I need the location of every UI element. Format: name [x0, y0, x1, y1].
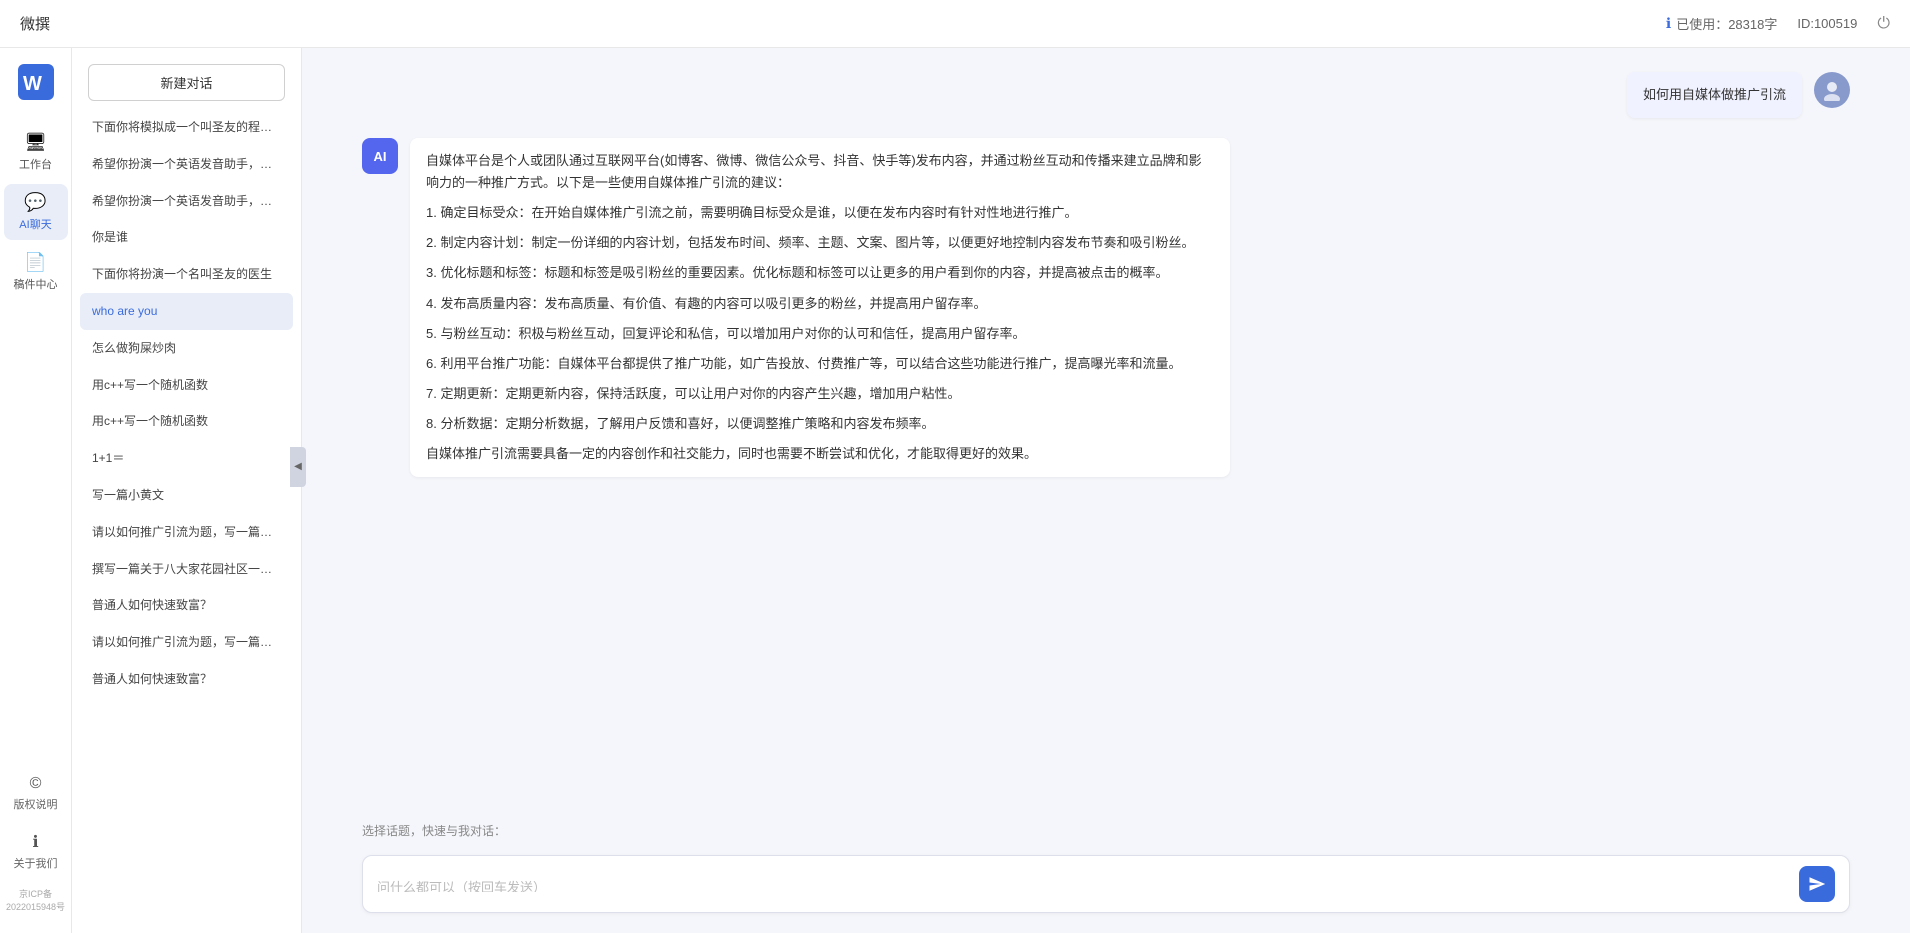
- history-item[interactable]: 1+1＝: [80, 440, 293, 477]
- sidebar-collapse-toggle[interactable]: ◀: [290, 447, 306, 487]
- user-message-bubble: 如何用自媒体做推广引流: [1627, 72, 1802, 118]
- sidebar-item-copyright[interactable]: © 版权说明: [4, 767, 68, 820]
- nav-items: 🖥 工作台 💬 AI聊天 📄 稿件中心: [4, 124, 68, 767]
- topbar-title: 微撰: [20, 13, 50, 34]
- history-item[interactable]: 请以如何推广引流为题，写一篇大纲: [80, 624, 293, 661]
- topbar-id: ID:100519: [1797, 16, 1857, 31]
- history-item[interactable]: 普通人如何快速致富？: [80, 587, 293, 624]
- copyright-label: 版权说明: [14, 796, 58, 812]
- ai-paragraph: 5. 与粉丝互动：积极与粉丝互动，回复评论和私信，可以增加用户对你的认可和信任，…: [426, 323, 1214, 345]
- icp-text: 京ICP备2022015948号: [0, 883, 71, 917]
- logo-icon: W: [18, 64, 54, 100]
- history-item[interactable]: 撰写一篇关于八大家花园社区一刻钟便民生...: [80, 551, 293, 588]
- info-icon: ℹ: [1666, 15, 1671, 32]
- send-button[interactable]: [1799, 866, 1835, 902]
- ai-avatar: AI: [362, 138, 398, 174]
- topbar-right: ℹ 已使用：28318字 ID:100519 ⏻: [1666, 14, 1890, 33]
- logo-area: W: [18, 64, 54, 100]
- about-icon: ℹ: [32, 832, 38, 852]
- send-icon: [1808, 875, 1826, 893]
- ai-message-bubble: 自媒体平台是个人或团队通过互联网平台(如博客、微博、微信公众号、抖音、快手等)发…: [410, 138, 1230, 477]
- ai-paragraph: 3. 优化标题和标签：标题和标签是吸引粉丝的重要因素。优化标题和标签可以让更多的…: [426, 262, 1214, 284]
- history-item[interactable]: 怎么做狗屎炒肉: [80, 330, 293, 367]
- ai-paragraph: 自媒体平台是个人或团队通过互联网平台(如博客、微博、微信公众号、抖音、快手等)发…: [426, 150, 1214, 194]
- history-sidebar: 新建对话 下面你将模拟成一个叫圣友的程序员，我说...希望你扮演一个英语发音助手…: [72, 48, 302, 933]
- copyright-icon: ©: [30, 775, 42, 793]
- history-item[interactable]: who are you: [80, 293, 293, 330]
- sidebar-item-about[interactable]: ℹ 关于我们: [4, 824, 68, 879]
- ai-paragraph: 6. 利用平台推广功能：自媒体平台都提供了推广功能，如广告投放、付费推广等，可以…: [426, 353, 1214, 375]
- history-item[interactable]: 希望你扮演一个英语发音助手，我提供给你...: [80, 146, 293, 183]
- ai-paragraph: 7. 定期更新：定期更新内容，保持活跃度，可以让用户对你的内容产生兴趣，增加用户…: [426, 383, 1214, 405]
- drafts-label: 稿件中心: [14, 276, 58, 292]
- left-nav: W 🖥 工作台 💬 AI聊天 📄 稿件中心 © 版权说明 ℹ: [0, 48, 72, 933]
- new-conversation-button[interactable]: 新建对话: [88, 64, 285, 101]
- history-item[interactable]: 请以如何推广引流为题，写一篇大纲: [80, 514, 293, 551]
- logout-icon[interactable]: ⏻: [1877, 15, 1890, 33]
- history-item[interactable]: 下面你将模拟成一个叫圣友的程序员，我说...: [80, 109, 293, 146]
- nav-bottom: © 版权说明 ℹ 关于我们 京ICP备2022015948号: [0, 767, 71, 933]
- main-layout: W 🖥 工作台 💬 AI聊天 📄 稿件中心 © 版权说明 ℹ: [0, 48, 1910, 933]
- chat-area: 如何用自媒体做推广引流 AI 自媒体平台是个人或团队通过互联网平台(如博客、微博…: [302, 48, 1910, 933]
- workbench-icon: 🖥: [24, 132, 47, 153]
- topbar: 微撰 ℹ 已使用：28318字 ID:100519 ⏻: [0, 0, 1910, 48]
- input-box-wrapper: [362, 855, 1850, 913]
- user-message-text: 如何用自媒体做推广引流: [1643, 87, 1786, 102]
- drafts-icon: 📄: [24, 252, 46, 273]
- ai-paragraph: 4. 发布高质量内容：发布高质量、有价值、有趣的内容可以吸引更多的粉丝，并提高用…: [426, 293, 1214, 315]
- chat-input[interactable]: [377, 877, 1789, 892]
- input-area: [302, 845, 1910, 933]
- ai-message-row: AI 自媒体平台是个人或团队通过互联网平台(如博客、微博、微信公众号、抖音、快手…: [362, 138, 1850, 477]
- aichat-label: AI聊天: [19, 216, 51, 232]
- history-item[interactable]: 用c++写一个随机函数: [80, 367, 293, 404]
- history-item[interactable]: 你是谁: [80, 219, 293, 256]
- aichat-icon: 💬: [24, 192, 46, 213]
- ai-paragraph: 自媒体推广引流需要具备一定的内容创作和社交能力，同时也需要不断尝试和优化，才能取…: [426, 443, 1214, 465]
- user-avatar: [1814, 72, 1850, 108]
- user-message-row: 如何用自媒体做推广引流: [362, 72, 1850, 118]
- ai-paragraph: 2. 制定内容计划：制定一份详细的内容计划，包括发布时间、频率、主题、文案、图片…: [426, 232, 1214, 254]
- about-label: 关于我们: [14, 855, 58, 871]
- history-item[interactable]: 下面你将扮演一个名叫圣友的医生: [80, 256, 293, 293]
- history-item[interactable]: 写一篇小黄文: [80, 477, 293, 514]
- history-item[interactable]: 普通人如何快速致富？: [80, 661, 293, 698]
- usage-text: 已使用：28318字: [1676, 14, 1777, 33]
- sidebar-item-workbench[interactable]: 🖥 工作台: [4, 124, 68, 180]
- history-item[interactable]: 用c++写一个随机函数: [80, 403, 293, 440]
- quick-topics: 选择话题，快速与我对话：: [302, 812, 1910, 845]
- ai-response-content: 自媒体平台是个人或团队通过互联网平台(如博客、微博、微信公众号、抖音、快手等)发…: [426, 150, 1214, 465]
- sidebar-item-aichat[interactable]: 💬 AI聊天: [4, 184, 68, 240]
- svg-text:W: W: [23, 73, 42, 95]
- quick-topics-label: 选择话题，快速与我对话：: [362, 824, 506, 838]
- ai-paragraph: 1. 确定目标受众：在开始自媒体推广引流之前，需要明确目标受众是谁，以便在发布内…: [426, 202, 1214, 224]
- chat-messages: 如何用自媒体做推广引流 AI 自媒体平台是个人或团队通过互联网平台(如博客、微博…: [302, 48, 1910, 812]
- ai-paragraph: 8. 分析数据：定期分析数据，了解用户反馈和喜好，以便调整推广策略和内容发布频率…: [426, 413, 1214, 435]
- workbench-label: 工作台: [19, 156, 52, 172]
- topbar-usage: ℹ 已使用：28318字: [1666, 14, 1777, 33]
- sidebar-item-drafts[interactable]: 📄 稿件中心: [4, 244, 68, 300]
- history-list: 下面你将模拟成一个叫圣友的程序员，我说...希望你扮演一个英语发音助手，我提供给…: [72, 109, 301, 933]
- history-item[interactable]: 希望你扮演一个英语发音助手，我提供给你...: [80, 183, 293, 220]
